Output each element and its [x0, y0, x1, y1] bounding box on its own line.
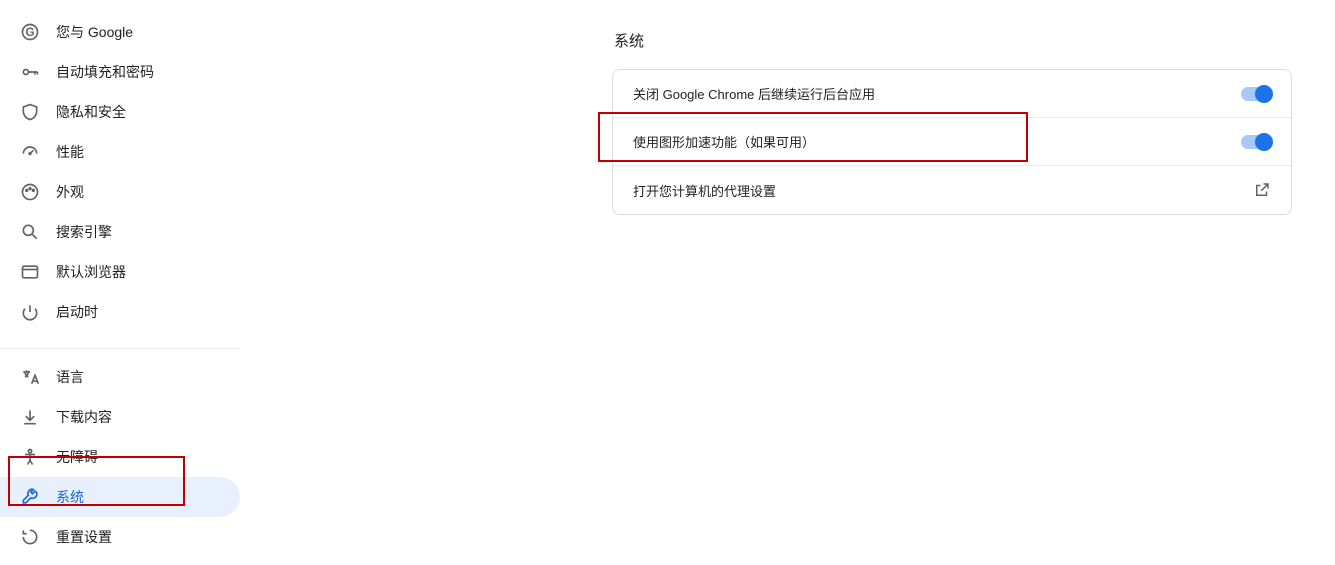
sidebar-item-privacy[interactable]: 隐私和安全	[0, 92, 240, 132]
sidebar-divider	[0, 348, 240, 349]
sidebar-item-appearance[interactable]: 外观	[0, 172, 240, 212]
sidebar-label: 搜索引擎	[56, 222, 112, 242]
google-icon: G	[20, 22, 40, 42]
sidebar-item-accessibility[interactable]: 无障碍	[0, 437, 240, 477]
external-link-icon	[1253, 181, 1271, 199]
settings-card: 关闭 Google Chrome 后继续运行后台应用 使用图形加速功能（如果可用…	[612, 69, 1292, 215]
toggle-background-apps[interactable]	[1241, 87, 1271, 101]
shield-icon	[20, 102, 40, 122]
sidebar-label: 外观	[56, 182, 84, 202]
row-label: 打开您计算机的代理设置	[633, 181, 776, 200]
sidebar-label: 下载内容	[56, 407, 112, 427]
sidebar-label: 隐私和安全	[56, 102, 126, 122]
sidebar-item-system[interactable]: 系统	[0, 477, 240, 517]
sidebar-item-downloads[interactable]: 下载内容	[0, 397, 240, 437]
sidebar-item-language[interactable]: 语言	[0, 357, 240, 397]
row-label: 关闭 Google Chrome 后继续运行后台应用	[633, 84, 875, 103]
reset-icon	[20, 527, 40, 547]
main-content: 系统 关闭 Google Chrome 后继续运行后台应用 使用图形加速功能（如…	[612, 30, 1292, 215]
sidebar-item-autofill[interactable]: 自动填充和密码	[0, 52, 240, 92]
toggle-hardware-accel[interactable]	[1241, 135, 1271, 149]
browser-icon	[20, 262, 40, 282]
settings-row-proxy[interactable]: 打开您计算机的代理设置	[613, 166, 1291, 214]
section-title: 系统	[612, 30, 1292, 51]
key-icon	[20, 62, 40, 82]
wrench-icon	[20, 487, 40, 507]
sidebar-label: 系统	[56, 487, 84, 507]
palette-icon	[20, 182, 40, 202]
sidebar-label: 自动填充和密码	[56, 62, 154, 82]
sidebar-item-default-browser[interactable]: 默认浏览器	[0, 252, 240, 292]
row-label: 使用图形加速功能（如果可用）	[633, 132, 815, 151]
sidebar-label: 重置设置	[56, 527, 112, 547]
download-icon	[20, 407, 40, 427]
sidebar-item-search[interactable]: 搜索引擎	[0, 212, 240, 252]
settings-row-background-apps[interactable]: 关闭 Google Chrome 后继续运行后台应用	[613, 70, 1291, 118]
sidebar-label: 语言	[56, 367, 84, 387]
sidebar-item-google[interactable]: G 您与 Google	[0, 12, 240, 52]
sidebar-item-reset[interactable]: 重置设置	[0, 517, 240, 557]
sidebar-item-startup[interactable]: 启动时	[0, 292, 240, 332]
sidebar-label: 性能	[56, 142, 84, 162]
sidebar-label: 您与 Google	[56, 22, 133, 42]
sidebar-item-performance[interactable]: 性能	[0, 132, 240, 172]
speed-icon	[20, 142, 40, 162]
sidebar-label: 无障碍	[56, 447, 98, 467]
sidebar-label: 启动时	[56, 302, 98, 322]
accessibility-icon	[20, 447, 40, 467]
toggle-knob	[1255, 85, 1273, 103]
settings-row-hardware-accel[interactable]: 使用图形加速功能（如果可用）	[613, 118, 1291, 166]
search-icon	[20, 222, 40, 242]
power-icon	[20, 302, 40, 322]
translate-icon	[20, 367, 40, 387]
sidebar: G 您与 Google 自动填充和密码 隐私和安全 性能 外观	[0, 0, 240, 565]
toggle-knob	[1255, 133, 1273, 151]
svg-text:G: G	[25, 26, 34, 39]
sidebar-label: 默认浏览器	[56, 262, 126, 282]
